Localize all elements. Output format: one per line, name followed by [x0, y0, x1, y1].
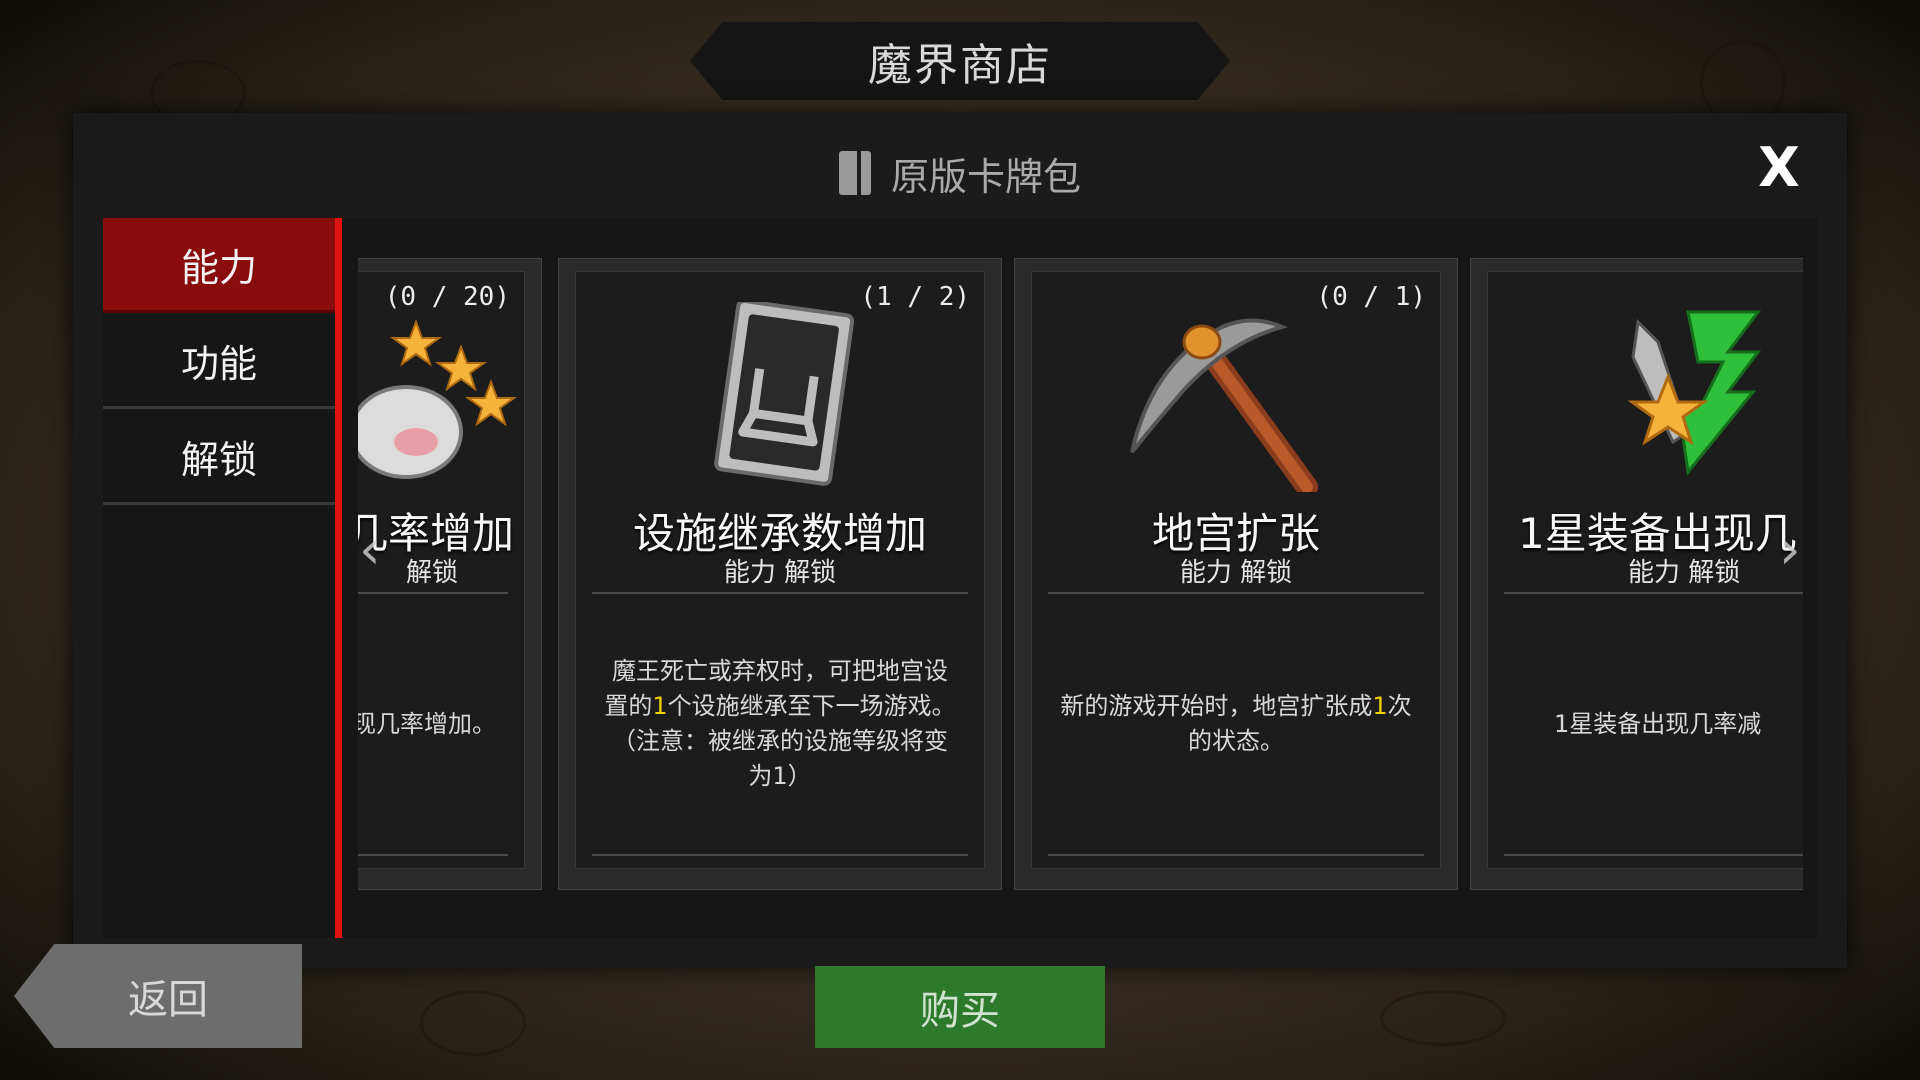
map-doodle	[1380, 990, 1506, 1046]
shop-card[interactable]: 1星装备出现几 能力 解锁 1星装备出现几率减	[1470, 258, 1803, 890]
card-description-text: 现几率增加。	[358, 709, 496, 738]
shop-title: 魔界商店	[868, 40, 1052, 91]
scroll-right-arrow[interactable]: ›	[1779, 518, 1801, 581]
card-type: 能力 解锁	[1628, 558, 1741, 588]
card-description-box: 魔王死亡或弃权时，可把地宫设置的1个设施继承至下一场游戏。（注意：被继承的设施等…	[592, 592, 968, 856]
category-sidebar: 能力 功能 解锁	[103, 218, 342, 938]
pack-header: 原版卡牌包	[73, 143, 1847, 203]
scroll-left-arrow[interactable]: ‹	[359, 518, 381, 581]
sidebar-accent-bar	[335, 218, 342, 938]
card-carousel: (0 / 20) 现几率增加 解锁 现几率增加。	[358, 258, 1803, 898]
card-description-text: 新的游戏开始时，地宫扩张成	[1060, 692, 1373, 720]
star-down-arrow-icon	[1488, 302, 1803, 492]
highlight-number: 1	[652, 692, 668, 720]
card-type: 解锁	[406, 558, 459, 588]
card-pack-icon	[838, 151, 871, 195]
pickaxe-icon	[1032, 302, 1440, 498]
card-body: (0 / 1) 地宫扩张 能力 解锁 新的游戏开始时，地宫扩张成1次的状态。	[1031, 271, 1441, 869]
pack-title: 原版卡牌包	[890, 154, 1081, 199]
card-description: 1星装备出现几率减	[1504, 707, 1803, 742]
card-description-box: 现几率增加。	[358, 592, 508, 856]
card-pack-panel: 原版卡牌包 X 能力 功能 解锁 (0 / 20) 几率增加 解锁 现几率增加。…	[73, 113, 1847, 968]
card-description-text: 1星装备出现几率减	[1554, 709, 1762, 738]
shop-title-banner: 魔界商店	[690, 22, 1230, 100]
card-type: 能力 解锁	[723, 558, 837, 588]
shop-card[interactable]: (0 / 20) 现几率增加 解锁 现几率增加。	[358, 258, 542, 890]
card-body: 1星装备出现几 能力 解锁 1星装备出现几率减	[1487, 271, 1803, 869]
card-type: 能力 解锁	[1179, 558, 1293, 588]
card-body: (1 / 2) 设施继承数增加 能力 解锁 魔王死亡或弃权时，可把地宫设置的1个…	[575, 271, 985, 869]
shop-card[interactable]: (1 / 2) 设施继承数增加 能力 解锁 魔王死亡或弃权时，可把地宫设置的1个…	[558, 258, 1002, 890]
card-description-box: 新的游戏开始时，地宫扩张成1次的状态。	[1048, 592, 1424, 856]
stars-egg-icon	[358, 302, 524, 492]
buy-button[interactable]: 购买	[815, 966, 1105, 1048]
back-button-label: 返回	[128, 977, 208, 1023]
close-button[interactable]: X	[1749, 138, 1809, 198]
card-description-box: 1星装备出现几率减	[1504, 592, 1803, 856]
card-description: 魔王死亡或弃权时，可把地宫设置的1个设施继承至下一场游戏。（注意：被继承的设施等…	[592, 654, 968, 794]
shop-card[interactable]: (0 / 1) 地宫扩张 能力 解锁 新的游戏开始时，地宫扩张成1次的状态。	[1014, 258, 1458, 890]
card-body: (0 / 20) 现几率增加 解锁 现几率增加。	[358, 271, 525, 869]
tab-ability[interactable]: 能力	[103, 218, 335, 313]
card-description: 现几率增加。	[358, 707, 508, 742]
card-description: 新的游戏开始时，地宫扩张成1次的状态。	[1048, 689, 1424, 759]
highlight-number: 1	[1372, 692, 1388, 720]
buy-button-label: 购买	[920, 988, 1000, 1034]
shop-content: 能力 功能 解锁 (0 / 20) 几率增加 解锁 现几率增加。 (1 / 2)…	[103, 218, 1817, 938]
back-button[interactable]: 返回	[14, 944, 302, 1048]
tab-function[interactable]: 功能	[103, 314, 335, 409]
tab-unlock[interactable]: 解锁	[103, 410, 335, 505]
map-doodle	[420, 990, 526, 1056]
facility-card-icon	[576, 298, 984, 492]
